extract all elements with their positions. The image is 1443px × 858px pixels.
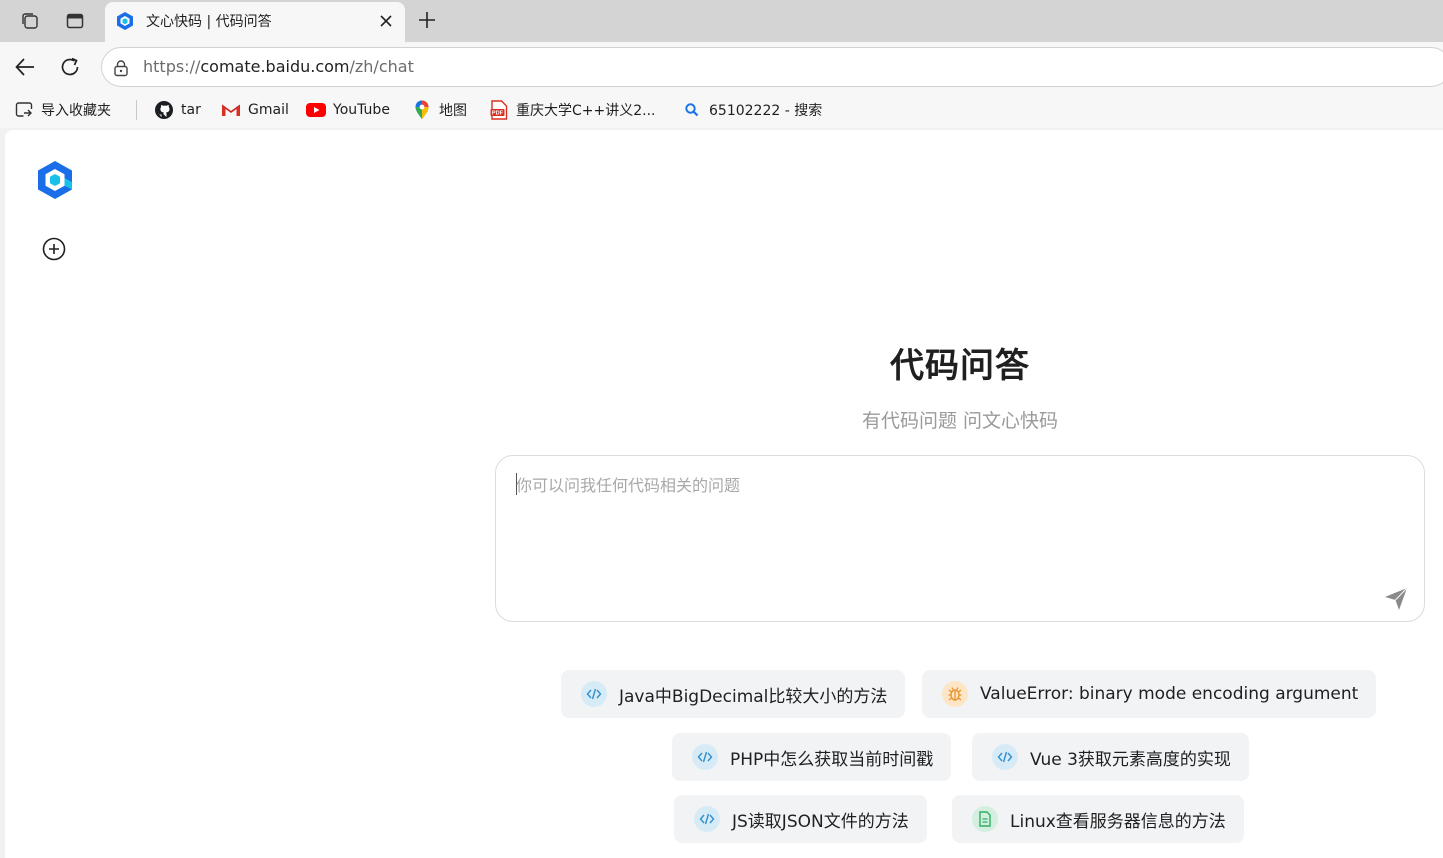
text-caret bbox=[516, 473, 517, 495]
refresh-button[interactable] bbox=[55, 52, 85, 82]
bookmark-label: tar bbox=[181, 102, 201, 118]
document-icon bbox=[972, 806, 998, 832]
prompt-box bbox=[495, 455, 1425, 622]
add-circle-icon bbox=[42, 237, 66, 261]
workspaces-button[interactable] bbox=[16, 7, 44, 35]
bookmark-label: 重庆大学C++讲义2... bbox=[516, 103, 656, 119]
suggestion-chip[interactable]: Java中BigDecimal比较大小的方法 bbox=[561, 670, 906, 718]
bookmark-label: Gmail bbox=[248, 102, 289, 118]
page-title: 代码问答 bbox=[890, 346, 1030, 386]
back-button[interactable] bbox=[10, 52, 40, 82]
bookmark-cqu-cpp[interactable]: PDF 重庆大学C++讲义2... bbox=[489, 99, 656, 121]
url-text[interactable]: https://comate.baidu.com/zh/chat bbox=[143, 57, 414, 76]
page-subtitle: 有代码问题 问文心快码 bbox=[861, 410, 1059, 432]
map-pin-icon bbox=[412, 100, 432, 120]
suggestion-chip[interactable]: JS读取JSON文件的方法 bbox=[674, 795, 927, 843]
code-icon bbox=[992, 744, 1018, 770]
suggestion-label: JS读取JSON文件的方法 bbox=[732, 811, 909, 832]
url-path: /zh/chat bbox=[349, 57, 414, 76]
code-icon bbox=[692, 744, 718, 770]
workspaces-icon bbox=[22, 13, 38, 29]
bookmark-label: 65102222 - 搜索 bbox=[709, 103, 823, 119]
tab-title: 文心快码 | 代码问答 bbox=[146, 14, 272, 30]
lock-icon[interactable] bbox=[112, 59, 130, 77]
youtube-icon bbox=[306, 100, 326, 120]
code-icon bbox=[581, 681, 607, 707]
send-button[interactable] bbox=[1382, 585, 1410, 613]
gmail-icon bbox=[221, 100, 241, 120]
bookmark-label: 导入收藏夹 bbox=[41, 103, 111, 119]
bookmark-tar[interactable]: tar bbox=[154, 99, 201, 121]
github-icon bbox=[154, 100, 174, 120]
import-favorites-icon bbox=[14, 100, 34, 120]
vertical-tabs-button[interactable] bbox=[61, 7, 89, 35]
address-bar[interactable]: https://comate.baidu.com/zh/chat bbox=[101, 47, 1443, 87]
svg-text:PDF: PDF bbox=[492, 111, 504, 117]
suggestion-label: Vue 3获取元素高度的实现 bbox=[1030, 749, 1231, 770]
suggestion-label: Java中BigDecimal比较大小的方法 bbox=[619, 686, 888, 707]
page-content: 代码问答 有代码问题 问文心快码 Java中BigDecimal比较大小的方法 … bbox=[5, 130, 1443, 858]
suggestion-label: ValueError: binary mode encoding argumen… bbox=[980, 684, 1359, 704]
bug-icon bbox=[942, 681, 968, 707]
tab-strip: 文心快码 | 代码问答 bbox=[0, 0, 1443, 42]
bookmark-youtube[interactable]: YouTube bbox=[306, 99, 390, 121]
tab-active[interactable]: 文心快码 | 代码问答 bbox=[105, 2, 405, 42]
suggestion-chip[interactable]: Linux查看服务器信息的方法 bbox=[952, 795, 1244, 843]
new-tab-button[interactable] bbox=[413, 6, 441, 34]
close-icon bbox=[380, 15, 392, 27]
bookmark-label: 地图 bbox=[439, 103, 467, 119]
bookmark-search[interactable]: 65102222 - 搜索 bbox=[682, 99, 822, 121]
bookmark-label: YouTube bbox=[333, 102, 390, 118]
suggestion-chip[interactable]: Vue 3获取元素高度的实现 bbox=[972, 733, 1249, 781]
pdf-icon: PDF bbox=[489, 100, 509, 120]
url-host: comate.baidu.com bbox=[200, 57, 350, 76]
tab-close-button[interactable] bbox=[373, 8, 399, 34]
refresh-icon bbox=[61, 57, 79, 76]
bookmark-gmail[interactable]: Gmail bbox=[221, 99, 289, 121]
bookmark-import-favorites[interactable]: 导入收藏夹 bbox=[14, 99, 111, 121]
comate-favicon-icon bbox=[117, 12, 133, 30]
send-icon bbox=[1385, 587, 1408, 610]
back-arrow-icon bbox=[15, 58, 34, 76]
code-icon bbox=[694, 806, 720, 832]
bookmark-separator bbox=[136, 100, 137, 120]
suggestion-label: PHP中怎么获取当前时间戳 bbox=[730, 749, 934, 770]
navigation-bar: https://comate.baidu.com/zh/chat bbox=[0, 42, 1443, 90]
comate-logo-icon[interactable] bbox=[36, 160, 74, 200]
search-icon bbox=[682, 100, 702, 120]
suggestion-label: Linux查看服务器信息的方法 bbox=[1010, 811, 1226, 832]
bookmark-map[interactable]: 地图 bbox=[412, 99, 467, 121]
suggestion-chip[interactable]: ValueError: binary mode encoding argumen… bbox=[922, 670, 1377, 718]
plus-icon bbox=[419, 12, 435, 28]
new-chat-button[interactable] bbox=[41, 236, 67, 262]
url-scheme: https:// bbox=[143, 57, 201, 76]
suggestion-chip[interactable]: PHP中怎么获取当前时间戳 bbox=[672, 733, 952, 781]
bookmarks-bar: 导入收藏夹 tar Gmail YouTube 地图 PDF 重庆大学C++讲义… bbox=[0, 90, 1443, 128]
tab-actions-icon bbox=[66, 13, 84, 29]
prompt-input[interactable] bbox=[514, 470, 1374, 590]
